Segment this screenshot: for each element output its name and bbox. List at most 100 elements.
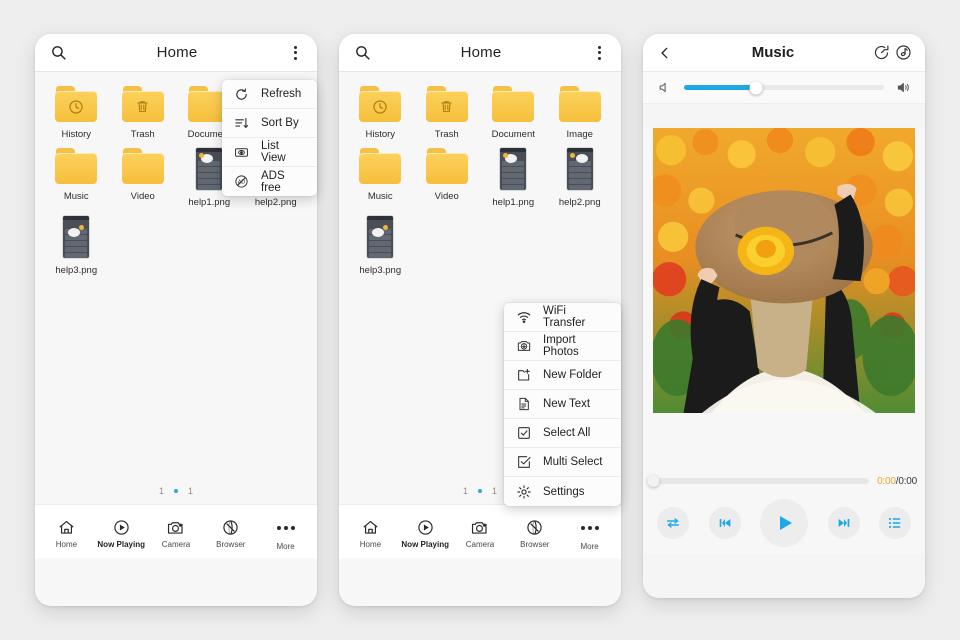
file-item-label: Video — [131, 191, 155, 202]
import-photos-icon — [515, 338, 532, 355]
page-title: Home — [373, 44, 589, 61]
menu-item-refresh[interactable]: Refresh — [222, 80, 317, 109]
tab-home[interactable]: Home — [343, 518, 398, 549]
tab-browser[interactable]: Browser — [507, 518, 562, 549]
chevron-left-icon[interactable] — [654, 42, 676, 64]
tab-browser[interactable]: Browser — [203, 518, 258, 549]
bottom-tab-bar: HomeNow Playing Camera Browser More — [35, 504, 317, 558]
volume-slider[interactable] — [684, 85, 884, 90]
file-item[interactable]: Music — [347, 148, 414, 208]
shuffle-button[interactable] — [657, 507, 689, 539]
menu-item-new-text[interactable]: New Text — [504, 390, 621, 419]
progress-slider[interactable] — [651, 478, 869, 484]
folder-icon — [359, 86, 401, 122]
page-indicator: 1 1 — [35, 486, 317, 496]
file-manager-header: Home — [339, 34, 621, 72]
tab-label: More — [276, 542, 294, 551]
folder-icon — [426, 86, 468, 122]
play-button[interactable] — [760, 499, 808, 547]
tab-label: More — [580, 542, 598, 551]
menu-item-ads-free[interactable]: ADADS free — [222, 167, 317, 196]
file-item[interactable]: History — [347, 86, 414, 140]
tab-label: Home — [360, 540, 381, 549]
time-display: 0:00/0:00 — [877, 476, 917, 487]
browser-icon — [525, 518, 544, 537]
tab-home[interactable]: Home — [39, 518, 94, 549]
file-item-label: help2.png — [255, 197, 297, 208]
music-note-circle-icon[interactable] — [892, 42, 914, 64]
previous-button[interactable] — [709, 507, 741, 539]
folder-icon — [559, 86, 601, 122]
progress-slider-handle[interactable] — [647, 475, 659, 487]
sleep-timer-icon[interactable] — [870, 42, 892, 64]
menu-item-new-folder[interactable]: New Folder — [504, 361, 621, 390]
file-item[interactable]: History — [43, 86, 110, 140]
actions-menu-phone-2[interactable]: WiFi TransferImport PhotosNew Folder New … — [504, 303, 621, 506]
menu-item-label: New Text — [543, 398, 590, 410]
file-item[interactable]: help1.png — [480, 148, 547, 208]
folder-icon — [55, 148, 97, 184]
tab-more[interactable]: More — [562, 517, 617, 551]
file-manager-header: Home — [35, 34, 317, 72]
browser-icon — [221, 518, 240, 537]
tab-label: Camera — [466, 540, 494, 549]
file-item-label: help3.png — [55, 265, 97, 276]
tab-now-playing[interactable]: Now Playing — [94, 518, 149, 549]
file-item-label: help1.png — [188, 197, 230, 208]
file-item[interactable]: Video — [110, 148, 177, 208]
overflow-menu-phone-1[interactable]: Refresh Sort ByList ViewADADS free — [222, 80, 317, 196]
file-item[interactable]: help2.png — [547, 148, 614, 208]
file-item[interactable]: Trash — [110, 86, 177, 140]
page-title: Home — [69, 44, 285, 61]
search-icon[interactable] — [47, 42, 69, 64]
menu-item-sort-by[interactable]: Sort By — [222, 109, 317, 138]
folder-icon — [55, 86, 97, 122]
gear-icon — [515, 483, 532, 500]
tab-camera[interactable]: Camera — [149, 518, 204, 549]
file-item[interactable]: Document — [480, 86, 547, 140]
tab-label: Browser — [216, 540, 245, 549]
tab-camera[interactable]: Camera — [453, 518, 508, 549]
menu-item-import-photos[interactable]: Import Photos — [504, 332, 621, 361]
kebab-menu-icon[interactable] — [285, 42, 305, 64]
file-item-label: help3.png — [359, 265, 401, 276]
file-item[interactable]: Music — [43, 148, 110, 208]
file-item[interactable]: Image — [547, 86, 614, 140]
file-item[interactable]: Video — [414, 148, 481, 208]
next-button[interactable] — [828, 507, 860, 539]
menu-item-settings[interactable]: Settings — [504, 477, 621, 506]
file-item[interactable]: help3.png — [43, 216, 110, 276]
tab-label: Camera — [162, 540, 190, 549]
folder-icon — [492, 86, 534, 122]
tab-now-playing[interactable]: Now Playing — [398, 518, 453, 549]
menu-item-label: Refresh — [261, 88, 301, 100]
volume-slider-handle[interactable] — [750, 81, 763, 94]
volume-high-icon[interactable] — [893, 77, 915, 99]
menu-item-multi-select[interactable]: Multi Select — [504, 448, 621, 477]
folder-icon — [122, 148, 164, 184]
menu-item-select-all[interactable]: Select All — [504, 419, 621, 448]
tab-more[interactable]: More — [258, 517, 313, 551]
file-item-label: Trash — [435, 129, 459, 140]
album-artwork — [653, 128, 915, 413]
menu-item-wifi-transfer[interactable]: WiFi Transfer — [504, 303, 621, 332]
menu-item-label: Settings — [543, 486, 585, 498]
file-item[interactable]: Trash — [414, 86, 481, 140]
trash-icon — [122, 91, 164, 122]
file-item-label: help1.png — [492, 197, 534, 208]
current-time-label: 0:00 — [877, 476, 896, 487]
trash-icon — [426, 91, 468, 122]
more-icon — [581, 517, 599, 539]
menu-item-list-view[interactable]: List View — [222, 138, 317, 167]
clock-icon — [55, 91, 97, 122]
kebab-menu-icon[interactable] — [589, 42, 609, 64]
volume-mute-icon[interactable] — [653, 77, 675, 99]
playlist-button[interactable] — [879, 507, 911, 539]
checkbox-icon — [515, 425, 532, 442]
refresh-icon — [233, 86, 250, 103]
file-grid: History Trash DocumentImage Music Video help1… — [339, 72, 621, 276]
search-icon[interactable] — [351, 42, 373, 64]
playback-controls — [643, 492, 925, 554]
file-item-label: Music — [368, 191, 393, 202]
file-item[interactable]: help3.png — [347, 216, 414, 276]
